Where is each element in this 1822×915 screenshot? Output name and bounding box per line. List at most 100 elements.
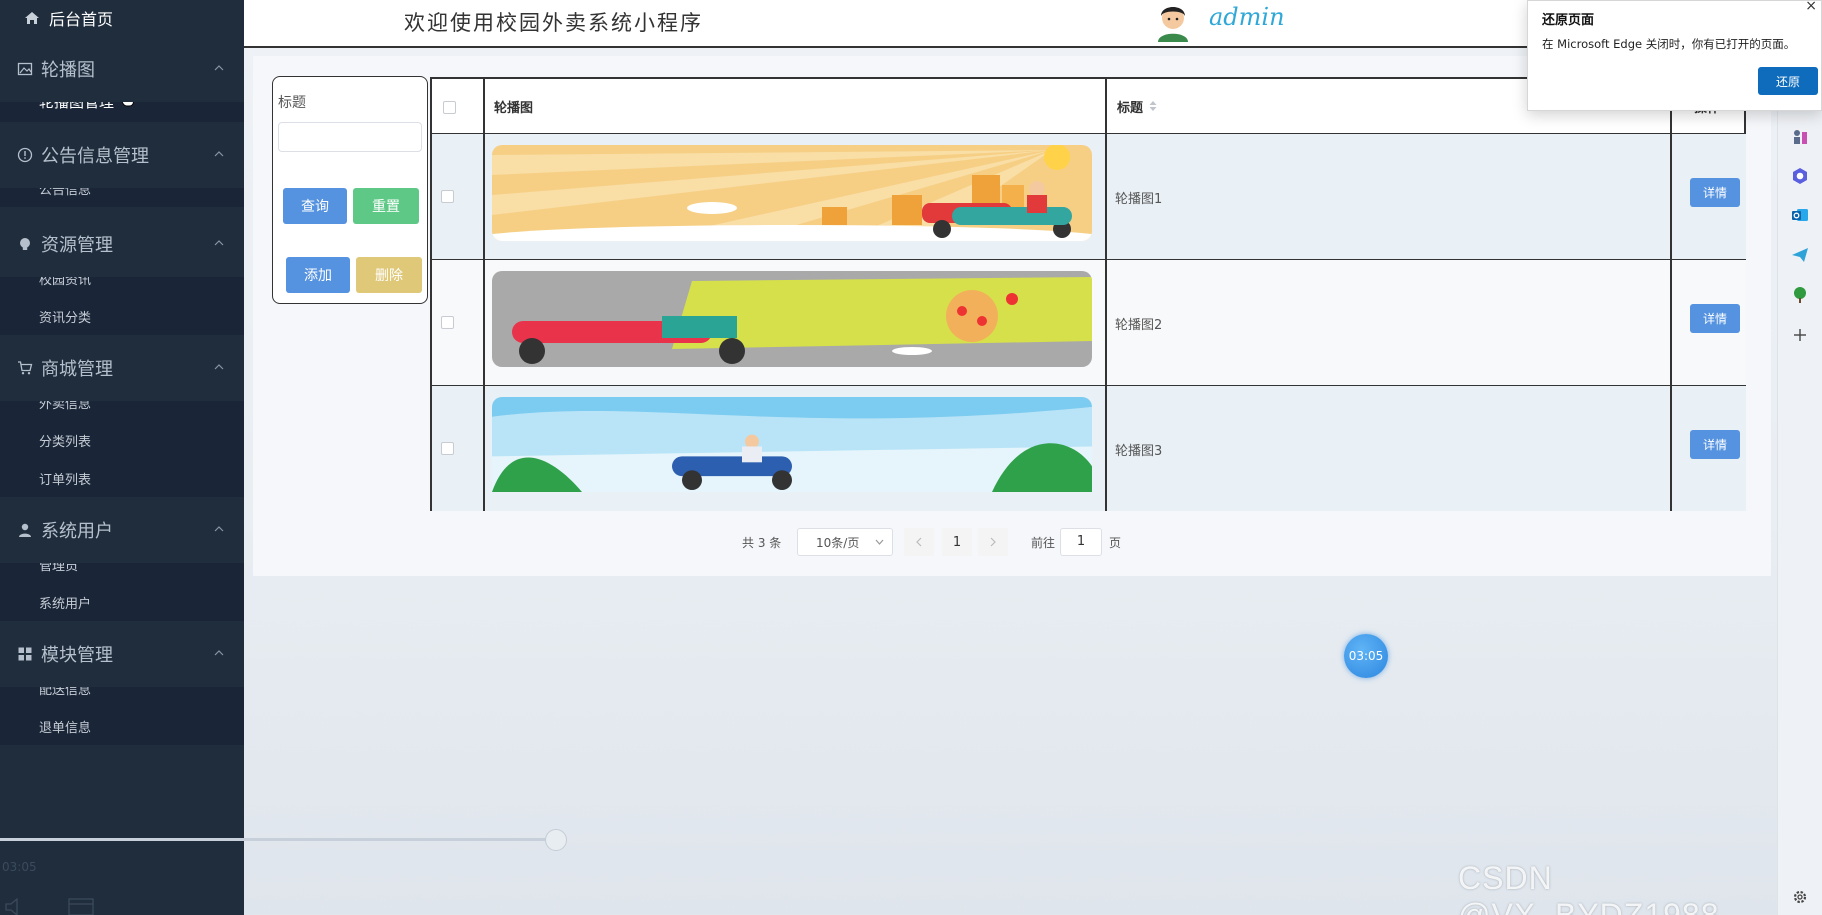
carousel-table: 轮播图 标题 操作 轮播图1 详情 [430,77,1746,511]
volume-icon[interactable] [4,898,32,915]
watermark: CSDN @VX_BYDZ1988 [1458,860,1720,915]
goto-unit-label: 页 [1109,535,1122,550]
column-header-image: 轮播图 [494,100,534,116]
carousel-image-3[interactable] [492,397,1092,492]
sidebar-group-label: 商城管理 [41,359,113,380]
carousel-image-1[interactable] [492,145,1092,241]
pagination-total: 共 3 条 [742,535,782,550]
username-label[interactable]: admin [1209,3,1285,31]
sidebar-home-label: 后台首页 [49,10,114,29]
row-checkbox[interactable] [441,190,454,203]
page-number-current[interactable]: 1 [942,528,972,556]
page-size-value: 10条/页 [816,535,860,550]
send-icon[interactable] [1791,246,1809,264]
tree-icon[interactable] [1791,286,1809,304]
sidebar: 后台首页 轮播图 轮播图管理 公告信息管理 公告信息 [0,0,244,915]
detail-button[interactable]: 详情 [1690,430,1740,459]
outlook-icon[interactable] [1791,206,1809,224]
image-icon [17,62,33,76]
video-progress-handle[interactable] [545,829,567,851]
sidebar-item-label: 分类列表 [39,434,92,450]
sidebar-item-home[interactable]: 后台首页 [0,0,244,36]
column-header-title-label: 标题 [1117,100,1144,116]
table-border-left [430,77,432,511]
prev-page-button[interactable] [904,528,934,556]
table-row: 轮播图3 详情 [430,386,1746,511]
chevron-up-icon [214,151,224,157]
search-panel: 标题 查询 重置 添加 删除 [272,76,428,304]
chess-icon[interactable] [1791,128,1809,146]
chevron-up-icon [214,364,224,370]
grid-icon [18,647,32,661]
sidebar-item-label: 系统用户 [39,596,92,612]
avatar[interactable] [1152,0,1194,42]
chevron-up-icon [214,240,224,246]
sidebar-item-system-user[interactable]: 系统用户 [0,583,244,621]
sidebar-item-refund[interactable]: 退单信息 [0,707,244,745]
next-page-button[interactable] [978,528,1008,556]
welcome-title: 欢迎使用校园外卖系统小程序 [404,11,703,35]
edge-sidebar [1777,48,1822,915]
sidebar-group-notice[interactable]: 公告信息管理 [0,122,244,188]
fullscreen-icon[interactable] [68,898,94,915]
sort-icon[interactable] [1148,100,1158,112]
chevron-left-icon [916,537,922,547]
sidebar-group-mall[interactable]: 商城管理 [0,335,244,401]
sidebar-group-resource[interactable]: 资源管理 [0,211,244,277]
page-size-select[interactable]: 10条/页 [797,528,893,556]
popup-title: 还原页面 [1542,13,1595,28]
sidebar-group-label: 公告信息管理 [41,146,149,167]
restore-button[interactable]: 还原 [1758,67,1818,95]
table-divider [483,77,485,511]
sidebar-item-news-category[interactable]: 资讯分类 [0,297,244,335]
goto-label: 前往 [1031,535,1056,550]
sidebar-group-module[interactable]: 模块管理 [0,621,244,687]
query-button[interactable]: 查询 [283,188,347,224]
table-row: 轮播图2 详情 [430,260,1746,386]
chevron-right-icon [990,537,996,547]
row-title: 轮播图2 [1115,318,1163,333]
popup-message: 在 Microsoft Edge 关闭时，你有已打开的页面。 [1542,37,1796,51]
sidebar-item-order-list[interactable]: 订单列表 [0,459,244,497]
sidebar-group-label: 模块管理 [41,645,113,666]
row-title: 轮播图1 [1115,192,1163,207]
row-checkbox[interactable] [441,442,454,455]
search-title-input[interactable] [278,122,422,152]
table-row: 轮播图1 详情 [430,134,1746,260]
home-icon [25,12,39,24]
carousel-image-2[interactable] [492,271,1092,367]
video-progress-track[interactable] [0,838,556,841]
sidebar-item-label: 退单信息 [39,720,92,736]
sidebar-group-label: 轮播图 [41,60,95,81]
sidebar-item-label: 订单列表 [39,472,92,488]
bulb-icon [20,238,30,250]
close-icon[interactable]: × [1805,0,1817,14]
sidebar-item-label: 资讯分类 [39,310,92,326]
add-button[interactable]: 添加 [286,257,350,293]
detail-button[interactable]: 详情 [1690,178,1740,207]
chevron-up-icon [214,526,224,532]
chevron-up-icon [214,650,224,656]
sidebar-item-category-list[interactable]: 分类列表 [0,421,244,459]
user-icon [19,523,31,537]
row-checkbox[interactable] [441,316,454,329]
sidebar-group-users[interactable]: 系统用户 [0,497,244,563]
chevron-up-icon [214,65,224,71]
delete-button[interactable]: 删除 [356,257,422,293]
cart-icon [18,361,33,375]
sidebar-group-carousel[interactable]: 轮播图 [0,36,244,102]
info-circle-icon [17,147,33,163]
sidebar-group-label: 系统用户 [41,521,113,542]
select-all-checkbox[interactable] [443,101,456,114]
restore-pages-popup: 还原页面 × 在 Microsoft Edge 关闭时，你有已打开的页面。 还原 [1527,0,1822,111]
plus-icon[interactable] [1791,326,1809,344]
goto-page-input[interactable]: 1 [1060,528,1102,556]
timer-bubble[interactable]: 03:05 [1344,634,1388,678]
copilot-icon[interactable] [1791,167,1809,185]
row-title: 轮播图3 [1115,444,1163,459]
search-title-label: 标题 [278,95,306,111]
reset-button[interactable]: 重置 [353,188,419,224]
table-divider [1105,77,1107,511]
detail-button[interactable]: 详情 [1690,304,1740,333]
column-header-title[interactable]: 标题 [1117,79,1158,133]
